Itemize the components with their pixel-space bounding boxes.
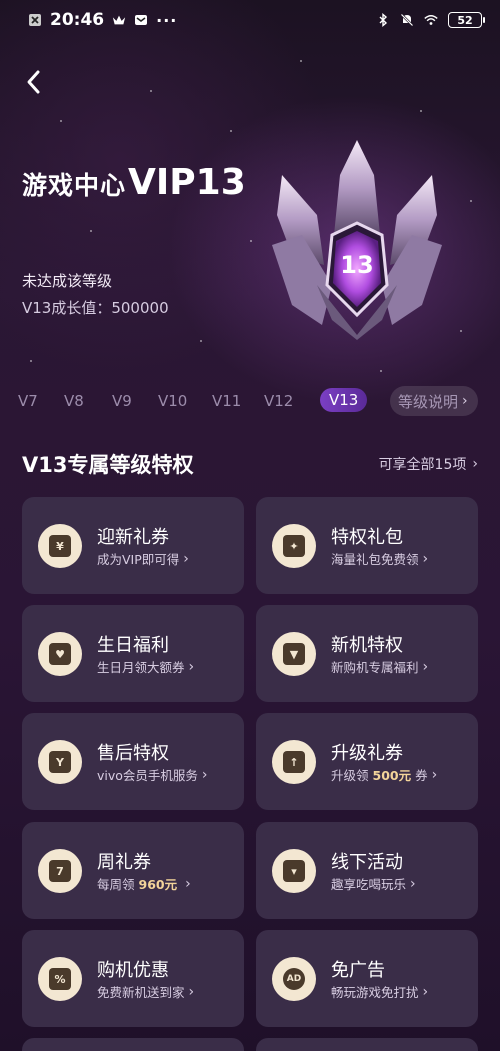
perk-subtitle: 生日月领大额券 › — [97, 658, 195, 676]
crown-level-number: 13 — [340, 251, 373, 279]
chevron-right-icon: › — [188, 658, 195, 675]
birthday-cake-icon: ♥ — [38, 632, 82, 676]
view-all-perks-link[interactable]: 可享全部15项 › — [379, 454, 478, 474]
new-phone-icon: ▼ — [272, 632, 316, 676]
perk-card-offline-events[interactable]: ▾ 线下活动 趣享吃喝玩乐 › — [256, 822, 478, 919]
wrench-shield-icon: Y — [38, 740, 82, 784]
status-bar: 20:46 ··· 52 — [0, 0, 500, 40]
perk-card-after-sales[interactable]: Y 售后特权 vivo会员手机服务 › — [22, 713, 244, 810]
perk-card-partial[interactable] — [22, 1038, 244, 1051]
notification-x-icon — [29, 14, 41, 26]
view-all-perks-label: 可享全部15项 — [378, 457, 467, 473]
title-game-center: 游戏中心 — [22, 171, 127, 200]
perk-subtitle: 成为VIP即可得 › — [97, 550, 189, 568]
mute-bell-icon — [400, 13, 414, 27]
perk-title: 售后特权 — [97, 743, 169, 764]
crown-icon — [113, 15, 126, 25]
bluetooth-icon — [379, 13, 388, 27]
perk-card-gift-pack[interactable]: ✦ 特权礼包 海量礼包免费领 › — [256, 497, 478, 594]
perk-title: 购机优惠 — [97, 960, 169, 981]
back-arrow-icon — [27, 70, 40, 94]
perk-title: 特权礼包 — [331, 527, 403, 548]
level-tabs: V7 V8 V9 V10 V11 V12 V13 等级说明 › — [0, 386, 500, 416]
level-explain-button[interactable]: 等级说明 › — [390, 386, 478, 416]
tab-level-v13[interactable]: V13 — [320, 388, 368, 412]
battery-indicator: 52 — [448, 12, 485, 28]
yen-coupon-icon: ¥ — [38, 524, 82, 568]
perk-card-welcome-coupon[interactable]: ¥ 迎新礼券 成为VIP即可得 › — [22, 497, 244, 594]
tab-level-v11[interactable]: V11 — [212, 392, 241, 410]
perk-title: 线下活动 — [331, 852, 403, 873]
more-icon: ··· — [156, 10, 178, 30]
tab-level-v7[interactable]: V7 — [18, 392, 38, 410]
level-explain-label: 等级说明 — [398, 392, 459, 411]
chevron-right-icon: › — [183, 550, 189, 567]
chevron-right-icon: › — [422, 983, 429, 1000]
perk-subtitle: 升级领 500元券 › — [331, 766, 438, 784]
perk-card-new-phone[interactable]: ▼ 新机特权 新购机专属福利 › — [256, 605, 478, 702]
gift-box-icon: ✦ — [272, 524, 316, 568]
tab-level-v12[interactable]: V12 — [264, 392, 293, 410]
perk-subtitle: 免费新机送到家 › — [97, 983, 195, 1001]
level-status-text: 未达成该等级 — [22, 272, 113, 290]
upgrade-coupon-icon: ↑ — [272, 740, 316, 784]
perk-title: 生日福利 — [97, 635, 169, 656]
perk-subtitle: 新购机专属福利 › — [331, 658, 429, 676]
tab-level-v9[interactable]: V9 — [112, 392, 132, 410]
chevron-right-icon: › — [472, 456, 478, 472]
chevron-right-icon: › — [188, 983, 195, 1000]
perk-title: 新机特权 — [331, 635, 403, 656]
purchase-discount-icon: % — [38, 957, 82, 1001]
perk-title: 升级礼券 — [331, 743, 403, 764]
perk-subtitle: 海量礼包免费领 › — [331, 550, 429, 568]
mail-icon — [135, 15, 148, 25]
perk-card-purchase-discount[interactable]: % 购机优惠 免费新机送到家 › — [22, 930, 244, 1027]
chevron-right-icon: › — [410, 875, 416, 892]
chevron-right-icon: › — [431, 766, 438, 783]
chevron-right-icon: › — [422, 658, 429, 675]
perk-subtitle: 趣享吃喝玩乐 › — [331, 875, 416, 893]
perk-card-weekly-coupon[interactable]: 7 周礼券 每周领 960元 › — [22, 822, 244, 919]
weekly-coupon-icon: 7 — [38, 849, 82, 893]
tab-level-v8[interactable]: V8 — [64, 392, 84, 410]
wifi-icon — [424, 15, 438, 25]
status-time: 20:46 — [50, 10, 105, 30]
perk-card-ad-free[interactable]: AD 免广告 畅玩游戏免打扰 › — [256, 930, 478, 1027]
perk-card-partial[interactable] — [256, 1038, 478, 1051]
offline-event-icon: ▾ — [272, 849, 316, 893]
perk-subtitle: 畅玩游戏免打扰 › — [331, 983, 429, 1001]
perk-subtitle: vivo会员手机服务 › — [97, 766, 208, 784]
tab-level-v10[interactable]: V10 — [158, 392, 187, 410]
chevron-right-icon: › — [422, 550, 429, 567]
chevron-right-icon: › — [201, 766, 208, 783]
perk-card-upgrade-coupon[interactable]: ↑ 升级礼券 升级领 500元券 › — [256, 713, 478, 810]
growth-value-text: V13成长值：500000 — [22, 299, 169, 317]
perk-title: 免广告 — [331, 960, 385, 981]
title-vip-level: VIP13 — [128, 162, 246, 203]
perk-title: 迎新礼券 — [97, 527, 169, 548]
perk-subtitle: 每周领 960元 › — [97, 875, 191, 893]
page-title: 游戏中心 VIP13 — [22, 162, 246, 203]
chevron-right-icon: › — [462, 393, 468, 409]
chevron-right-icon: › — [185, 875, 191, 892]
ad-free-icon: AD — [272, 957, 316, 1001]
back-button[interactable] — [20, 68, 48, 96]
perk-title: 周礼券 — [97, 852, 151, 873]
perk-card-birthday[interactable]: ♥ 生日福利 生日月领大额券 › — [22, 605, 244, 702]
vip-crown-badge-icon: 13 — [272, 140, 442, 340]
section-title: V13专属等级特权 — [22, 453, 194, 477]
